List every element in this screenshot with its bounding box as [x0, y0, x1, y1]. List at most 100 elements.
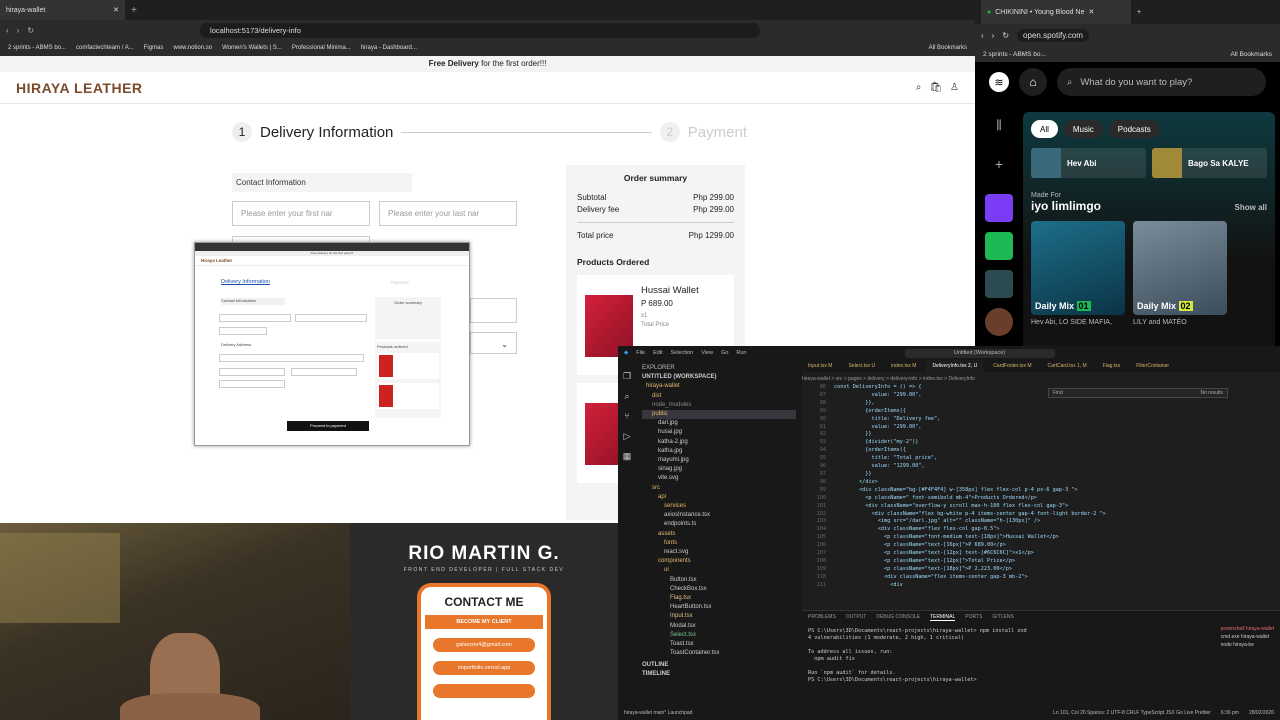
- code-line[interactable]: 98 </div>: [802, 479, 1242, 487]
- tree-file[interactable]: CheckBox.tsx: [642, 585, 796, 594]
- tree-file[interactable]: ToastContainer.tsx: [642, 649, 796, 658]
- address-input[interactable]: [470, 298, 517, 323]
- menu-selection[interactable]: Selection: [671, 350, 694, 356]
- chip-music[interactable]: Music: [1063, 120, 1103, 138]
- spotify-tab[interactable]: ● CHIKININI • Young Blood Ne ✕: [981, 0, 1131, 24]
- cart-icon[interactable]: 🛍: [929, 82, 942, 93]
- browser-tab[interactable]: hiraya-wallet ✕: [0, 0, 125, 20]
- url-input[interactable]: localhost:5173/delivery-info: [200, 22, 761, 38]
- editor-tab[interactable]: Input.tsx M: [802, 360, 838, 372]
- bookmark[interactable]: Figmas: [144, 45, 164, 51]
- tree-folder[interactable]: assets: [642, 530, 796, 539]
- saved-episodes-tile[interactable]: [985, 232, 1013, 260]
- close-icon[interactable]: ✕: [113, 6, 119, 14]
- reload-icon[interactable]: ↻: [1002, 31, 1009, 40]
- back-icon[interactable]: ‹: [6, 26, 9, 35]
- code-line[interactable]: 107 <p className="text-[12px] text-[#6C6…: [802, 550, 1242, 558]
- editor-tab[interactable]: CartCard.tsx 1, M: [1042, 360, 1093, 372]
- outline-section[interactable]: OUTLINE: [642, 661, 796, 670]
- code-line[interactable]: 99 <div className="bg-[#F4F4F4] w-[358px…: [802, 487, 1242, 495]
- bookmark[interactable]: comfactechteam / A...: [76, 45, 134, 51]
- code-line[interactable]: 88 }},: [802, 400, 1242, 408]
- tree-folder[interactable]: node_modules: [642, 401, 796, 410]
- last-name-input[interactable]: Please enter your last nar: [379, 201, 517, 226]
- code-line[interactable]: 96 value: "1299.00",: [802, 463, 1242, 471]
- code-line[interactable]: 101 <div className="overflow-y scroll ma…: [802, 503, 1242, 511]
- code-line[interactable]: 100 <p className=" font-semibold mb-4">P…: [802, 495, 1242, 503]
- tree-file[interactable]: HeartButton.tsx: [642, 603, 796, 612]
- tree-file[interactable]: Select.tsx: [642, 631, 796, 640]
- code-line[interactable]: 110 <div className="flex items-center ga…: [802, 574, 1242, 582]
- code-line[interactable]: 97 }}: [802, 471, 1242, 479]
- tree-folder[interactable]: dist: [642, 392, 796, 401]
- tree-folder[interactable]: public: [642, 410, 796, 420]
- plus-icon[interactable]: +: [985, 156, 1013, 184]
- bookmark[interactable]: All Bookmarks: [929, 45, 967, 51]
- panel-tab[interactable]: DEBUG CONSOLE: [876, 614, 920, 621]
- spotify-url[interactable]: open.spotify.com: [1017, 28, 1089, 42]
- terminal-output[interactable]: PS C:\Users\3D\Documents\react-projects\…: [802, 624, 1280, 688]
- menu-go[interactable]: Go: [721, 350, 728, 356]
- tree-file[interactable]: axiosInstance.tsx: [642, 511, 796, 520]
- tree-folder[interactable]: components: [642, 557, 796, 566]
- menu-edit[interactable]: Edit: [653, 350, 662, 356]
- tree-file[interactable]: katha.jpg: [642, 447, 796, 456]
- tree-file[interactable]: katha-2.jpg: [642, 438, 796, 447]
- terminal-item[interactable]: cmd.exe hiraya-wallet: [1221, 633, 1274, 641]
- bookmark[interactable]: 2 sprints - ABMS bo...: [8, 45, 66, 51]
- forward-icon[interactable]: ›: [17, 26, 20, 35]
- search-icon[interactable]: ⌕: [618, 386, 636, 406]
- workspace-name[interactable]: UNTITLED (WORKSPACE): [642, 373, 796, 382]
- tree-folder[interactable]: ui: [642, 566, 796, 575]
- first-name-input[interactable]: Please enter your first nar: [232, 201, 370, 226]
- code-line[interactable]: 103 <img src="/darl.jpg" alt="" classNam…: [802, 518, 1242, 526]
- tree-file[interactable]: darl.jpg: [642, 419, 796, 428]
- status-right[interactable]: Ln 101, Col 20 Spaces: 2 UTF-8 CRLF Type…: [1053, 710, 1211, 716]
- menu-view[interactable]: View: [701, 350, 713, 356]
- code-editor[interactable]: 86 const DeliveryInfo = () => {87 value: …: [802, 384, 1242, 604]
- bookmark[interactable]: All Bookmarks: [1230, 51, 1272, 58]
- region-select[interactable]: ⌄: [470, 332, 517, 354]
- home-icon[interactable]: ⌂: [1019, 68, 1047, 96]
- tree-file[interactable]: husai.jpg: [642, 428, 796, 437]
- editor-tab-active[interactable]: DeliveryInfo.tsx 2, U: [926, 360, 984, 372]
- code-line[interactable]: 109 <p className="text-[18px]">P 2,223.0…: [802, 566, 1242, 574]
- breadcrumb[interactable]: hiraya-wallet > src > pages > delivery >…: [802, 376, 975, 382]
- tree-file[interactable]: Toast.tsx: [642, 640, 796, 649]
- code-line[interactable]: 90 title: "Delivery fee",: [802, 416, 1242, 424]
- new-tab-icon[interactable]: +: [131, 5, 137, 16]
- code-line[interactable]: 105 <p className="font-medium text-[18px…: [802, 534, 1242, 542]
- panel-tab[interactable]: OUTPUT: [846, 614, 867, 621]
- explorer-icon[interactable]: ❐: [618, 366, 636, 386]
- debug-icon[interactable]: ▷: [618, 426, 636, 446]
- bookmark[interactable]: 2 sprints - ABMS bo...: [983, 51, 1046, 58]
- bookmark[interactable]: www.notion.so: [173, 45, 212, 51]
- tree-file[interactable]: sinag.jpg: [642, 465, 796, 474]
- tree-file[interactable]: Flag.tsx: [642, 594, 796, 603]
- code-line[interactable]: 92 }}: [802, 431, 1242, 439]
- menu-file[interactable]: File: [636, 350, 645, 356]
- tree-file[interactable]: endpoints.ts: [642, 520, 796, 529]
- daily-mix-card[interactable]: Daily Mix 02 LILY and MATÉO: [1133, 221, 1227, 326]
- tree-file[interactable]: Button.tsx: [642, 576, 796, 585]
- search-icon[interactable]: ⌕: [916, 82, 922, 93]
- chip-all[interactable]: All: [1031, 120, 1058, 138]
- library-icon[interactable]: ⫼: [985, 118, 1013, 146]
- editor-tab[interactable]: Flag.tsx: [1097, 360, 1127, 372]
- new-tab-icon[interactable]: +: [1137, 9, 1141, 16]
- tree-folder[interactable]: hiraya-wallet: [642, 382, 796, 391]
- tree-file[interactable]: Modal.tsx: [642, 622, 796, 631]
- tree-file[interactable]: vite.svg: [642, 474, 796, 483]
- code-line[interactable]: 108 <p className="text-[12px]">Total Pri…: [802, 558, 1242, 566]
- code-line[interactable]: 93 {divider("my-2")}: [802, 439, 1242, 447]
- code-line[interactable]: 91 value: "299.00",: [802, 424, 1242, 432]
- extensions-icon[interactable]: ▦: [618, 446, 636, 466]
- source-control-icon[interactable]: ⑂: [618, 406, 636, 426]
- editor-tab[interactable]: index.tsx M: [885, 360, 922, 372]
- code-line[interactable]: 111 <div: [802, 582, 1242, 590]
- playlist-tile[interactable]: [985, 270, 1013, 298]
- panel-tab-active[interactable]: TERMINAL: [929, 614, 956, 621]
- user-icon[interactable]: ♙: [950, 82, 959, 93]
- show-all-link[interactable]: Show all: [1235, 203, 1267, 212]
- chip-podcasts[interactable]: Podcasts: [1108, 120, 1160, 138]
